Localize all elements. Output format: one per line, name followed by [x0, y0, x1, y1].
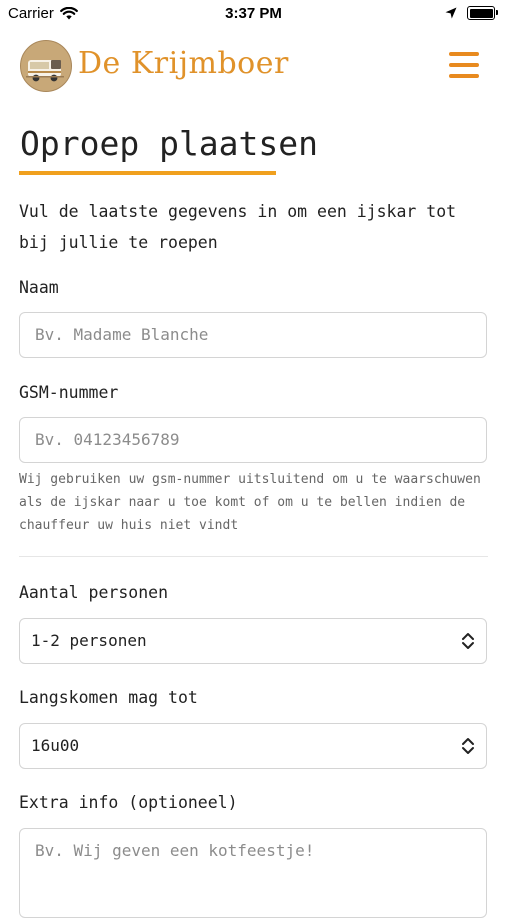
page-title: Oproep plaatsen: [20, 124, 319, 163]
until-value: 16u00: [31, 736, 80, 755]
persons-value: 1-2 personen: [31, 631, 147, 650]
divider: [19, 556, 488, 557]
title-underline: [19, 171, 276, 175]
phone-label: GSM-nummer: [19, 383, 119, 402]
phone-input[interactable]: Bv. 04123456789: [19, 417, 487, 463]
phone-placeholder: Bv. 04123456789: [35, 430, 180, 449]
hamburger-menu-icon[interactable]: [449, 52, 479, 78]
extra-placeholder: Bv. Wij geven een kotfeestje!: [35, 841, 315, 860]
intro-text: Vul de laatste gegevens in om een ijskar…: [19, 202, 457, 252]
status-bar: Carrier 3:37 PM: [0, 0, 507, 28]
persons-select[interactable]: 1-2 personen: [19, 618, 487, 664]
name-placeholder: Bv. Madame Blanche: [35, 325, 209, 344]
chevron-updown-icon: [462, 738, 474, 754]
until-label: Langskomen mag tot: [19, 688, 198, 707]
until-select[interactable]: 16u00: [19, 723, 487, 769]
extra-textarea[interactable]: Bv. Wij geven een kotfeestje!: [19, 828, 487, 918]
logo-truck-icon[interactable]: [20, 40, 72, 92]
extra-label: Extra info (optioneel): [19, 793, 238, 812]
brand-name: De Krijmboer: [78, 46, 289, 81]
name-input[interactable]: Bv. Madame Blanche: [19, 312, 487, 358]
name-label: Naam: [19, 278, 59, 297]
chevron-updown-icon: [462, 633, 474, 649]
location-arrow-icon: [445, 7, 457, 19]
clock: 3:37 PM: [225, 5, 282, 22]
phone-help-text: Wij gebruiken uw gsm-nummer uitsluitend …: [19, 472, 481, 533]
status-icons: [445, 6, 498, 20]
persons-label: Aantal personen: [19, 583, 169, 602]
battery-icon: [467, 6, 498, 20]
app-header: De Krijmboer: [0, 38, 507, 94]
